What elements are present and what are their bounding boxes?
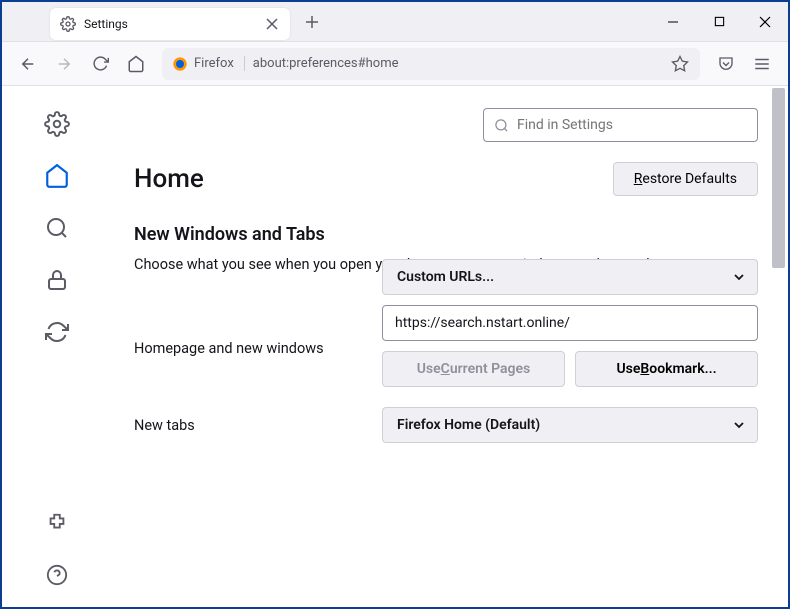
menu-button[interactable] [746,48,778,80]
maximize-button[interactable] [696,2,742,42]
newtabs-label: New tabs [134,417,366,434]
gear-icon [60,16,76,32]
search-icon [494,118,509,133]
homepage-label: Homepage and new windows [134,340,366,357]
reload-button[interactable] [84,48,116,80]
sidebar-privacy-icon[interactable] [43,266,71,294]
sidebar-sync-icon[interactable] [43,318,71,346]
toolbar: Firefox about:preferences#home [2,42,788,86]
page-heading: Home [134,164,204,194]
url-text: about:preferences#home [253,56,399,71]
restore-defaults-button[interactable]: Restore Defaults [613,162,758,196]
content: Home Restore Defaults New Windows and Ta… [112,86,788,607]
homepage-select[interactable]: Custom URLs... [382,259,758,295]
sidebar-help-icon[interactable] [43,561,71,589]
sidebar-extensions-icon[interactable] [43,509,71,537]
back-button[interactable] [12,48,44,80]
identity-box[interactable]: Firefox [172,56,245,72]
sidebar-general-icon[interactable] [43,110,71,138]
sidebar-home-icon[interactable] [43,162,71,190]
browser-tab[interactable]: Settings [50,8,290,40]
firefox-icon [172,56,188,72]
page: Home Restore Defaults New Windows and Ta… [2,86,788,607]
find-in-settings[interactable] [483,108,758,142]
sidebar [2,86,112,607]
chevron-down-icon [733,419,745,431]
scrollbar[interactable] [770,86,786,607]
chevron-down-icon [733,271,745,283]
section-title: New Windows and Tabs [134,224,758,245]
pocket-button[interactable] [710,48,742,80]
use-bookmark-button[interactable]: Use Bookmark... [575,351,758,387]
new-tab-button[interactable] [298,8,326,36]
use-current-pages-button[interactable]: Use Current Pages [382,351,565,387]
sidebar-search-icon[interactable] [43,214,71,242]
close-tab-icon[interactable] [264,16,280,32]
minimize-button[interactable] [650,2,696,42]
homepage-url-input[interactable] [382,305,758,341]
titlebar: Settings [2,2,788,42]
scrollbar-thumb[interactable] [772,88,785,268]
tab-title: Settings [84,17,256,31]
url-bar[interactable]: Firefox about:preferences#home [162,48,700,80]
bookmark-star-icon[interactable] [670,54,690,74]
newtabs-select[interactable]: Firefox Home (Default) [382,407,758,443]
window-controls [650,2,788,42]
close-window-button[interactable] [742,2,788,42]
forward-button[interactable] [48,48,80,80]
find-input[interactable] [517,117,747,133]
home-button[interactable] [120,48,152,80]
